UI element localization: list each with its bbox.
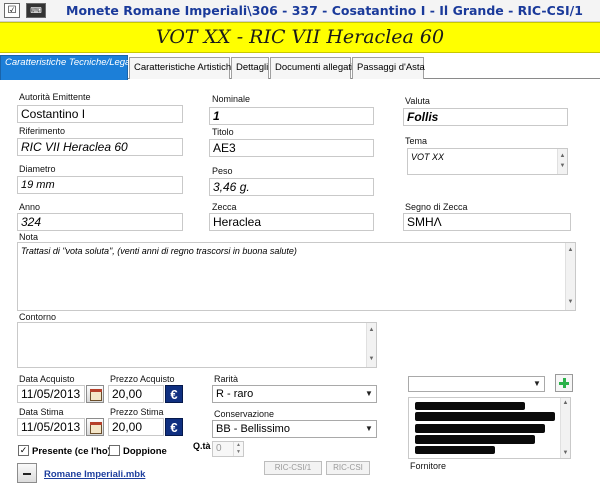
title-bar: ☑ ⌨ Monete Romane Imperiali\306 - 337 - … <box>0 0 600 22</box>
autorita-field[interactable]: Costantino I <box>17 105 183 123</box>
coin-title: VOT XX - RIC VII Heraclea 60 <box>155 26 445 48</box>
quantita-stepper[interactable]: 0 ▲ ▼ <box>212 441 244 457</box>
coin-title-banner: VOT XX - RIC VII Heraclea 60 <box>0 22 600 53</box>
conservazione-select[interactable]: BB - Bellissimo ▼ <box>212 420 377 438</box>
riferimento-field[interactable]: RIC VII Heraclea 60 <box>17 138 183 156</box>
doppione-label: Doppione <box>123 446 167 457</box>
rarita-label: Rarità <box>214 374 239 384</box>
diametro-label: Diametro <box>19 164 56 174</box>
quantita-value: 0 <box>216 443 222 454</box>
redacted-block <box>415 424 545 433</box>
presente-label: Presente (ce l'ho) <box>32 446 111 457</box>
chevron-down-icon: ▼ <box>533 379 541 388</box>
contorno-scrollbar[interactable]: ▲ ▼ <box>366 323 376 367</box>
tab-label: Dettagli <box>236 62 269 73</box>
nota-text: Trattasi di "vota soluta", (venti anni d… <box>21 246 297 256</box>
peso-label: Peso <box>212 166 233 176</box>
zecca-label: Zecca <box>212 202 237 212</box>
anno-field[interactable]: 324 <box>17 213 183 231</box>
peso-field[interactable]: 3,46 g. <box>209 178 374 196</box>
fornitore-select[interactable]: ▼ <box>408 376 545 392</box>
prezzo-stima-field[interactable]: 20,00 <box>108 418 164 436</box>
nota-scrollbar[interactable]: ▲ ▼ <box>565 243 575 310</box>
ric-csi-1-button[interactable]: RIC-CSI/1 <box>264 461 322 475</box>
data-acquisto-field[interactable]: 11/05/2013 <box>17 385 85 403</box>
tema-label: Tema <box>405 136 428 146</box>
contorno-label: Contorno <box>19 312 57 322</box>
nominale-label: Nominale <box>212 94 251 104</box>
tab-label: Caratteristiche Tecniche/Legali <box>5 57 135 68</box>
tab-strip: Caratteristiche Tecniche/Legali Caratter… <box>0 55 600 80</box>
data-stima-field[interactable]: 11/05/2013 <box>17 418 85 436</box>
checkbox-icon[interactable]: ☑ <box>4 3 20 18</box>
tab-label: Documenti allegati <box>275 62 354 73</box>
conservazione-label: Conservazione <box>214 409 275 419</box>
rarita-value: R - raro <box>216 388 254 400</box>
calendar-icon[interactable] <box>86 418 104 436</box>
prezzo-stima-label: Prezzo Stima <box>110 407 164 417</box>
anno-label: Anno <box>19 202 41 212</box>
tab-documenti-allegati[interactable]: Documenti allegati <box>270 57 354 79</box>
remove-button[interactable] <box>17 463 37 483</box>
riferimento-label: Riferimento <box>19 126 66 136</box>
tab-caratteristiche-tecniche[interactable]: Caratteristiche Tecniche/Legali <box>0 55 135 80</box>
tab-label: Passaggi d'Asta <box>357 62 425 73</box>
fornitore-scrollbar[interactable]: ▲ ▼ <box>560 398 570 458</box>
file-link[interactable]: Romane Imperiali.mbk <box>44 469 145 480</box>
zecca-field[interactable]: Heraclea <box>209 213 374 231</box>
tab-dettagli[interactable]: Dettagli <box>231 57 269 79</box>
fornitore-list[interactable]: ▲ ▼ <box>408 397 571 459</box>
redacted-block <box>415 446 495 454</box>
redacted-block <box>415 435 535 444</box>
redacted-block <box>415 402 525 410</box>
tab-label: Caratteristiche Artistiche <box>134 62 237 73</box>
tema-scrollbar[interactable]: ▲ ▼ <box>557 149 567 174</box>
tema-text: VOT XX <box>411 152 445 162</box>
euro-icon[interactable]: € <box>165 418 183 436</box>
segno-zecca-label: Segno di Zecca <box>405 202 468 212</box>
nota-label: Nota <box>19 232 39 242</box>
data-stima-label: Data Stima <box>19 407 64 417</box>
tema-field[interactable]: VOT XX ▲ ▼ <box>407 148 568 175</box>
data-acquisto-label: Data Acquisto <box>19 374 75 384</box>
fornitore-label: Fornitore <box>410 461 447 471</box>
calendar-icon[interactable] <box>86 385 104 403</box>
ric-csi-button[interactable]: RIC-CSI <box>326 461 370 475</box>
chevron-down-icon: ▼ <box>365 424 373 433</box>
prezzo-acquisto-field[interactable]: 20,00 <box>108 385 164 403</box>
valuta-label: Valuta <box>405 96 430 106</box>
valuta-field[interactable]: Follis <box>403 108 568 126</box>
prezzo-acquisto-label: Prezzo Acquisto <box>110 374 175 384</box>
titolo-label: Titolo <box>212 127 234 137</box>
rarita-select[interactable]: R - raro ▼ <box>212 385 377 403</box>
window-title: Monete Romane Imperiali\306 - 337 - Cosa… <box>66 3 583 18</box>
redacted-block <box>415 412 555 421</box>
contorno-field[interactable]: ▲ ▼ <box>17 322 377 368</box>
chevron-down-icon: ▼ <box>365 389 373 398</box>
nota-field[interactable]: Trattasi di "vota soluta", (venti anni d… <box>17 242 576 311</box>
keyboard-icon[interactable]: ⌨ <box>26 3 46 18</box>
stepper-arrows[interactable]: ▲ ▼ <box>233 442 243 456</box>
presente-checkbox[interactable]: ✓ <box>18 445 29 456</box>
euro-icon[interactable]: € <box>165 385 183 403</box>
add-fornitore-button[interactable] <box>555 374 573 392</box>
quantita-label: Q.tà <box>193 441 211 451</box>
nominale-field[interactable]: 1 <box>209 107 374 125</box>
doppione-checkbox[interactable] <box>109 445 120 456</box>
segno-zecca-field[interactable]: SMHΛ <box>403 213 571 231</box>
autorita-label: Autorità Emittente <box>19 92 91 102</box>
tab-caratteristiche-artistiche[interactable]: Caratteristiche Artistiche <box>129 57 236 79</box>
titolo-field[interactable]: AE3 <box>209 139 374 157</box>
diametro-field[interactable]: 19 mm <box>17 176 183 194</box>
tab-passaggi-asta[interactable]: Passaggi d'Asta <box>352 57 425 79</box>
form-panel: Autorità Emittente Costantino I Nominale… <box>0 80 600 489</box>
conservazione-value: BB - Bellissimo <box>216 423 290 435</box>
